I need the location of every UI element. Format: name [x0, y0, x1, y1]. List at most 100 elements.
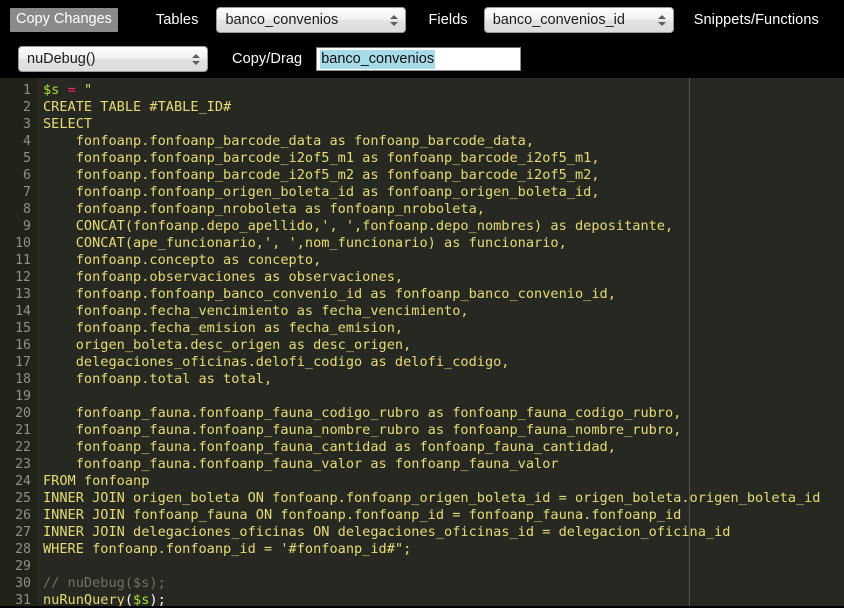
primary-toolbar: Copy Changes Tables banco_convenios Fiel…	[0, 0, 844, 40]
code-line-text: origen_boleta.desc_origen as desc_origen…	[43, 337, 412, 353]
code-line[interactable]: 18 fonfoanp.total as total,	[0, 371, 844, 388]
function-snippet-select[interactable]: nuDebug()	[18, 46, 208, 72]
code-line[interactable]: 20 fonfoanp_fauna.fonfoanp_fauna_codigo_…	[0, 405, 844, 422]
code-line[interactable]: 14 fonfoanp.fecha_vencimiento as fecha_v…	[0, 303, 844, 320]
line-number: 2	[0, 99, 37, 116]
line-number: 9	[0, 218, 37, 235]
code-line[interactable]: 21 fonfoanp_fauna.fonfoanp_fauna_nombre_…	[0, 422, 844, 439]
function-snippet-value: nuDebug()	[27, 51, 96, 67]
code-line[interactable]: 28 WHERE fonfoanp.fonfoanp_id = '#fonfoan…	[0, 541, 844, 558]
line-number: 5	[0, 150, 37, 167]
line-number: 19	[0, 388, 37, 405]
code-line-text: fonfoanp.fecha_emision as fecha_emision,	[43, 320, 404, 336]
code-line[interactable]: 8 fonfoanp.fonfoanp_nroboleta as fonfoan…	[0, 201, 844, 218]
code-line[interactable]: 30 // nuDebug($s);	[0, 575, 844, 592]
code-line-text: fonfoanp.fonfoanp_barcode_i2of5_m2 as fo…	[43, 167, 600, 183]
copy-drag-input-value: banco_convenios	[320, 49, 436, 69]
code-line[interactable]: 25 INNER JOIN origen_boleta ON fonfoanp.f…	[0, 490, 844, 507]
code-line[interactable]: 9 CONCAT(fonfoanp.depo_apellido,', ',fon…	[0, 218, 844, 235]
stepper-arrows-icon[interactable]	[191, 50, 201, 68]
line-number: 24	[0, 473, 37, 490]
code-line[interactable]: 10 CONCAT(ape_funcionario,', ',nom_funci…	[0, 235, 844, 252]
line-number: 16	[0, 337, 37, 354]
code-line-text: WHERE fonfoanp.fonfoanp_id = '#fonfoanp_…	[43, 541, 412, 557]
code-line[interactable]: 12 fonfoanp.observaciones as observacion…	[0, 269, 844, 286]
line-number: 29	[0, 558, 37, 575]
line-number: 21	[0, 422, 37, 439]
code-line[interactable]: 4 fonfoanp.fonfoanp_barcode_data as fonf…	[0, 133, 844, 150]
code-line-text: fonfoanp_fauna.fonfoanp_fauna_nombre_rub…	[43, 422, 682, 438]
line-number: 26	[0, 507, 37, 524]
code-line-text: fonfoanp.fonfoanp_nroboleta as fonfoanp_…	[43, 201, 485, 217]
line-number: 11	[0, 252, 37, 269]
tables-select[interactable]: banco_convenios	[216, 7, 407, 33]
copy-changes-button[interactable]: Copy Changes	[10, 7, 118, 33]
code-line[interactable]: 6 fonfoanp.fonfoanp_barcode_i2of5_m2 as …	[0, 167, 844, 184]
code-line[interactable]: 15 fonfoanp.fecha_emision as fecha_emisi…	[0, 320, 844, 337]
code-line[interactable]: 1 $s = "	[0, 82, 844, 99]
code-line-text: fonfoanp.fecha_vencimiento as fecha_venc…	[43, 303, 469, 319]
stepper-arrows-icon[interactable]	[389, 11, 399, 29]
stepper-arrows-icon[interactable]	[657, 11, 667, 29]
code-line[interactable]: 29	[0, 558, 844, 575]
line-number: 17	[0, 354, 37, 371]
code-line[interactable]: 13 fonfoanp.fonfoanp_banco_convenio_id a…	[0, 286, 844, 303]
line-number: 20	[0, 405, 37, 422]
snippets-functions-label[interactable]: Snippets/Functions	[694, 12, 819, 28]
line-number: 6	[0, 167, 37, 184]
code-line[interactable]: 31 nuRunQuery($s);	[0, 592, 844, 606]
line-number: 13	[0, 286, 37, 303]
code-line[interactable]: 23 fonfoanp_fauna.fonfoanp_fauna_valor a…	[0, 456, 844, 473]
code-line[interactable]: 5 fonfoanp.fonfoanp_barcode_i2of5_m1 as …	[0, 150, 844, 167]
line-number: 22	[0, 439, 37, 456]
code-line-text: fonfoanp.fonfoanp_barcode_i2of5_m1 as fo…	[43, 150, 600, 166]
line-number: 15	[0, 320, 37, 337]
code-line-text: INNER JOIN fonfoanp_fauna ON fonfoanp.fo…	[43, 507, 682, 523]
code-line[interactable]: 26 INNER JOIN fonfoanp_fauna ON fonfoanp.…	[0, 507, 844, 524]
code-line-text: // nuDebug($s);	[43, 575, 166, 591]
code-editor[interactable]: 1 $s = " 2 CREATE TABLE #TABLE_ID# 3 SELECT 4 …	[0, 78, 844, 606]
code-line[interactable]: 11 fonfoanp.concepto as concepto,	[0, 252, 844, 269]
line-number: 7	[0, 184, 37, 201]
code-line[interactable]: 7 fonfoanp.fonfoanp_origen_boleta_id as …	[0, 184, 844, 201]
line-number: 3	[0, 116, 37, 133]
code-line-text: nuRunQuery($s);	[43, 592, 166, 606]
line-number: 23	[0, 456, 37, 473]
code-line-text: CONCAT(ape_funcionario,', ',nom_funciona…	[43, 235, 567, 251]
code-line[interactable]: 3 SELECT	[0, 116, 844, 133]
line-number: 12	[0, 269, 37, 286]
code-line-text: INNER JOIN delegaciones_oficinas ON dele…	[43, 524, 731, 540]
line-number: 8	[0, 201, 37, 218]
code-line-text: SELECT	[43, 116, 93, 132]
line-number: 28	[0, 541, 37, 558]
code-line-text: FROM fonfoanp	[43, 473, 150, 489]
code-line-text: fonfoanp.total as total,	[43, 371, 273, 387]
code-line-text: CONCAT(fonfoanp.depo_apellido,', ',fonfo…	[43, 218, 674, 234]
code-line[interactable]: 16 origen_boleta.desc_origen as desc_ori…	[0, 337, 844, 354]
line-number: 31	[0, 592, 37, 606]
code-line-text: fonfoanp.concepto as concepto,	[43, 252, 322, 268]
code-line[interactable]: 27 INNER JOIN delegaciones_oficinas ON de…	[0, 524, 844, 541]
copy-drag-label: Copy/Drag	[232, 51, 303, 67]
code-line[interactable]: 24 FROM fonfoanp	[0, 473, 844, 490]
code-line-text: fonfoanp_fauna.fonfoanp_fauna_valor as f…	[43, 456, 559, 472]
code-line-text: delegaciones_oficinas.delofi_codigo as d…	[43, 354, 510, 370]
code-line-text: fonfoanp.fonfoanp_banco_convenio_id as f…	[43, 286, 616, 302]
fields-select-value: banco_convenios_id	[492, 12, 625, 28]
fields-select[interactable]: banco_convenios_id	[483, 7, 674, 33]
line-number: 30	[0, 575, 37, 592]
code-line[interactable]: 19	[0, 388, 844, 405]
line-number: 4	[0, 133, 37, 150]
fields-label: Fields	[428, 12, 468, 28]
code-lines-container: 1 $s = " 2 CREATE TABLE #TABLE_ID# 3 SELECT 4 …	[0, 82, 844, 606]
code-line-text: $s = "	[43, 82, 93, 98]
code-line[interactable]: 2 CREATE TABLE #TABLE_ID#	[0, 99, 844, 116]
code-line-text: fonfoanp.observaciones as observaciones,	[43, 269, 404, 285]
code-line[interactable]: 22 fonfoanp_fauna.fonfoanp_fauna_cantida…	[0, 439, 844, 456]
line-number: 1	[0, 82, 37, 99]
line-number: 18	[0, 371, 37, 388]
code-line[interactable]: 17 delegaciones_oficinas.delofi_codigo a…	[0, 354, 844, 371]
copy-drag-input[interactable]: banco_convenios	[316, 47, 522, 71]
code-line-text: CREATE TABLE #TABLE_ID#	[43, 99, 232, 115]
